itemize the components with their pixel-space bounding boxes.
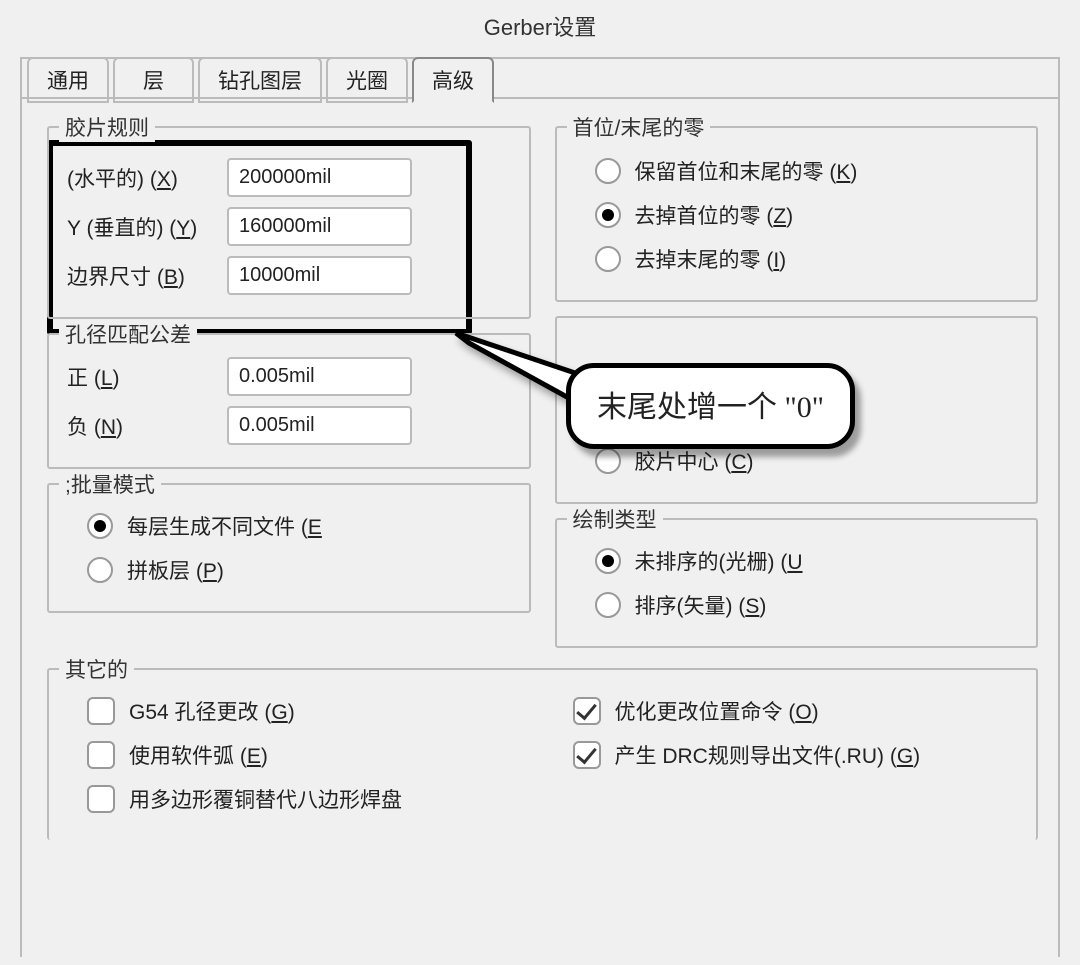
group-zeros-title: 首位/末尾的零 xyxy=(567,112,711,142)
radio-icon xyxy=(595,246,621,272)
radio-icon xyxy=(87,557,113,583)
zeros-strip-trailing[interactable]: 去掉末尾的零 (I) xyxy=(595,244,1019,274)
group-drawtype-title: 绘制类型 xyxy=(567,504,663,534)
tol-neg-label: 负 (N) xyxy=(67,411,227,441)
group-others-title: 其它的 xyxy=(59,654,134,684)
origin-film-center[interactable]: 胶片中心 (C) xyxy=(595,446,1019,476)
group-drawtype: 绘制类型 未排序的(光栅) (U 排序(矢量) (S) xyxy=(555,518,1039,648)
chk-g54[interactable]: G54 孔径更改 (G) xyxy=(87,696,533,726)
film-y-input[interactable] xyxy=(227,207,412,246)
chk-polygon-pad[interactable]: 用多边形覆铜替代八边形焊盘 xyxy=(87,784,533,814)
drawtype-vector[interactable]: 排序(矢量) (S) xyxy=(595,590,1019,620)
group-film: 胶片规则 (水平的) (X) Y (垂直的) (Y) xyxy=(47,126,531,319)
radio-icon xyxy=(595,548,621,574)
checkbox-icon xyxy=(87,741,115,769)
tabstrip-divider xyxy=(22,97,1058,99)
tol-neg-input[interactable] xyxy=(227,406,412,445)
checkbox-icon xyxy=(573,741,601,769)
zeros-keep[interactable]: 保留首位和末尾的零 (K) xyxy=(595,156,1019,186)
batch-opt-separate[interactable]: 每层生成不同文件 (E xyxy=(87,511,511,541)
group-others: 其它的 G54 孔径更改 (G) 使用软件弧 (E) 用多边形覆铜替代八边形焊盘 xyxy=(47,668,1038,840)
group-zeros: 首位/末尾的零 保留首位和末尾的零 (K) 去掉首位的零 (Z) 去掉末尾的零 … xyxy=(555,126,1039,302)
callout: 末尾处增一个 "0" xyxy=(566,363,855,449)
drawtype-raster[interactable]: 未排序的(光栅) (U xyxy=(595,546,1019,576)
radio-icon xyxy=(87,513,113,539)
chk-softarc[interactable]: 使用软件弧 (E) xyxy=(87,740,533,770)
batch-opt-panel[interactable]: 拼板层 (P) xyxy=(87,555,511,585)
tol-pos-input[interactable] xyxy=(227,357,412,396)
film-b-label: 边界尺寸 (B) xyxy=(67,261,227,291)
radio-icon xyxy=(595,592,621,618)
group-batch-title: ;批量模式 xyxy=(59,469,161,499)
group-tolerance-title: 孔径匹配公差 xyxy=(59,319,197,349)
film-b-input[interactable] xyxy=(227,256,412,295)
callout-text: 末尾处增一个 "0" xyxy=(566,363,855,449)
checkbox-icon xyxy=(573,697,601,725)
radio-icon xyxy=(595,448,621,474)
chk-optimize-pos[interactable]: 优化更改位置命令 (O) xyxy=(573,696,1019,726)
radio-icon xyxy=(595,158,621,184)
advanced-content: 末尾处增一个 "0" 胶片规则 (水平的) (X) Y (垂直的) (Y) xyxy=(22,105,1058,864)
group-film-title: 胶片规则 xyxy=(59,112,155,142)
settings-panel: 通用 层 钻孔图层 光圈 高级 末尾处增一个 "0" 胶片规则 (水平的) (X… xyxy=(20,57,1060,957)
film-x-label: (水平的) (X) xyxy=(67,163,227,193)
tab-advanced[interactable]: 高级 xyxy=(412,57,494,103)
checkbox-icon xyxy=(87,697,115,725)
zeros-strip-leading[interactable]: 去掉首位的零 (Z) xyxy=(595,200,1019,230)
chk-drc-export[interactable]: 产生 DRC规则导出文件(.RU) (G) xyxy=(573,740,1019,770)
film-x-input[interactable] xyxy=(227,158,412,197)
checkbox-icon xyxy=(87,785,115,813)
group-batch: ;批量模式 每层生成不同文件 (E 拼板层 (P) xyxy=(47,483,531,613)
tol-pos-label: 正 (L) xyxy=(67,362,227,392)
radio-icon xyxy=(595,202,621,228)
window-title: Gerber设置 xyxy=(0,0,1080,57)
film-y-label: Y (垂直的) (Y) xyxy=(67,212,227,242)
